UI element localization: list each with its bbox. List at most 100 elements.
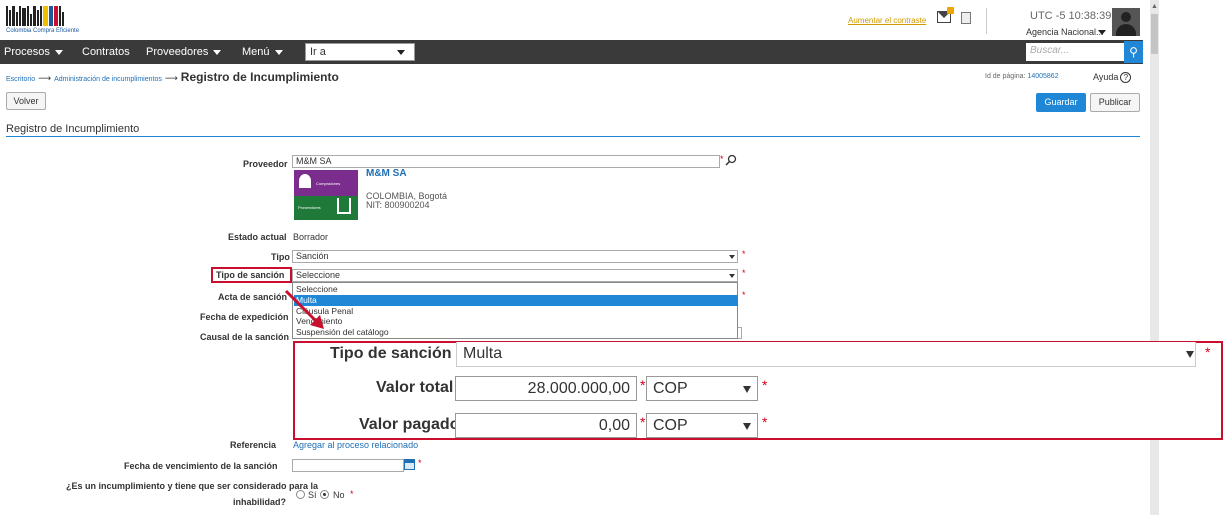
nav-contratos-label: Contratos	[82, 46, 130, 58]
option-vencimiento[interactable]: Vencimiento	[294, 316, 738, 327]
help-link[interactable]: Ayuda?	[1093, 72, 1132, 83]
tipo-sancion-select[interactable]: Seleccione	[292, 269, 738, 282]
chevron-down-icon[interactable]	[397, 50, 405, 55]
breadcrumb-administracion[interactable]: Administración de incumplimientos	[54, 76, 162, 83]
chevron-down-icon	[54, 49, 63, 55]
option-seleccione[interactable]: Seleccione	[294, 284, 738, 295]
option-suspension[interactable]: Suspensión del catálogo	[294, 327, 738, 338]
contrast-link[interactable]: Aumentar el contraste	[848, 16, 926, 25]
chevron-down-icon	[213, 49, 222, 55]
scroll-up-icon[interactable]: ▲	[1151, 3, 1158, 11]
chevron-down-icon[interactable]	[743, 423, 751, 430]
notification-badge	[947, 7, 954, 14]
required-mark: *	[742, 290, 746, 300]
tipo-select[interactable]: Sanción	[292, 250, 738, 263]
required-mark: *	[742, 249, 746, 259]
colombia-compra-logo: Colombia Compra Eficiente	[6, 6, 86, 36]
document-icon[interactable]	[961, 12, 971, 24]
tipo-label: Tipo	[271, 252, 290, 262]
causal-field-edge[interactable]	[738, 327, 742, 339]
search-input[interactable]: Buscar...	[1026, 43, 1124, 61]
barcode-logo-mark	[6, 6, 86, 26]
required-mark: *	[762, 414, 768, 430]
arrow-right-icon: ⟶	[164, 73, 178, 83]
acta-label: Acta de sanción	[218, 292, 288, 302]
proveedor-field[interactable]: M&M SA	[292, 155, 720, 168]
nav-procesos-label: Procesos	[4, 46, 50, 58]
required-mark: *	[762, 377, 768, 393]
valor-pagado-currency-select[interactable]: COP	[646, 413, 758, 438]
nav-procesos[interactable]: Procesos	[4, 46, 63, 58]
valor-total-label: Valor total	[376, 379, 454, 396]
back-button[interactable]: Volver	[6, 92, 46, 110]
required-mark: *	[742, 268, 746, 278]
chevron-down-icon[interactable]	[729, 255, 735, 259]
radio-si[interactable]	[296, 490, 305, 499]
causal-label: Causal de la sanción	[200, 332, 290, 342]
section-title: Registro de Incumplimiento	[6, 123, 140, 135]
radio-no[interactable]	[320, 490, 329, 499]
valor-pagado-label: Valor pagado	[359, 416, 460, 433]
save-button[interactable]: Guardar	[1036, 93, 1086, 112]
required-mark: *	[1205, 344, 1211, 360]
tipo-sancion-dropdown[interactable]: Seleccione Multa Cláusula Penal Vencimie…	[292, 282, 738, 339]
breadcrumb: Escritorio ⟶ Administración de incumplimie…	[6, 70, 339, 84]
house-icon	[337, 198, 351, 214]
page-title: Registro de Incumplimiento	[180, 70, 339, 84]
clock-display: UTC -5 10:38:39	[1030, 10, 1112, 22]
chevron-down-icon[interactable]	[743, 386, 751, 393]
referencia-link[interactable]: Agregar al proceso relacionado	[293, 440, 418, 450]
referencia-label: Referencia	[230, 440, 277, 450]
page-id-value: 14005862	[1027, 73, 1059, 80]
fecha-vencimiento-input[interactable]	[292, 459, 404, 472]
agency-selector[interactable]: Agencia Nacional...	[1026, 27, 1104, 37]
valor-total-currency-select[interactable]: COP	[646, 376, 758, 401]
valor-pagado-input[interactable]: 0,00	[455, 413, 637, 438]
radio-si-label: Sí	[308, 490, 317, 500]
required-mark: *	[640, 377, 646, 393]
chevron-down-icon	[274, 49, 283, 55]
zoom-tipo-sancion-label: Tipo de sanción	[330, 345, 452, 362]
annotation-arrow	[284, 289, 324, 329]
zoom-tipo-sancion-select[interactable]: Multa	[456, 342, 1196, 367]
nav-contratos[interactable]: Contratos	[82, 46, 130, 58]
chevron-down-icon[interactable]	[1186, 351, 1194, 358]
help-label: Ayuda	[1093, 72, 1119, 82]
required-mark: *	[418, 458, 422, 468]
fecha-vencimiento-label: Fecha de vencimiento de la sanción	[124, 461, 278, 471]
section-divider	[6, 136, 1140, 137]
logo-label: Proveedores	[298, 205, 321, 210]
avatar[interactable]	[1112, 8, 1140, 36]
logo-label: Compradores	[316, 181, 341, 186]
scrollbar-thumb[interactable]	[1151, 14, 1158, 54]
supplier-name-link[interactable]: M&M SA	[366, 168, 407, 179]
incumplimiento-label: ¿Es un incumplimiento y tiene que ser co…	[66, 481, 319, 491]
nav-menu-label: Menú	[242, 46, 270, 58]
valor-total-input[interactable]: 28.000.000,00	[455, 376, 637, 401]
publish-button[interactable]: Publicar	[1090, 93, 1140, 112]
proveedor-label: Proveedor	[243, 159, 288, 169]
chevron-down-icon[interactable]	[729, 274, 735, 278]
calendar-icon[interactable]	[404, 459, 415, 470]
nav-proveedores[interactable]: Proveedores	[146, 46, 222, 58]
chevron-down-icon[interactable]	[1098, 30, 1106, 35]
search-icon[interactable]	[725, 154, 737, 166]
supplier-nit: NIT: 800900204	[366, 200, 430, 210]
required-mark: *	[720, 154, 724, 164]
page-id-label: Id de página:	[985, 73, 1026, 80]
required-mark: *	[640, 414, 646, 430]
fecha-expedicion-label: Fecha de expedición	[200, 312, 289, 322]
search-icon[interactable]: ⚲	[1124, 41, 1143, 63]
page-id: Id de página: 14005862	[985, 73, 1059, 80]
option-multa[interactable]: Multa	[294, 295, 738, 306]
help-icon: ?	[1120, 72, 1132, 83]
nav-proveedores-label: Proveedores	[146, 46, 209, 58]
required-mark: *	[350, 489, 354, 499]
estado-label: Estado actual	[228, 232, 287, 242]
logo-text: Colombia Compra Eficiente	[6, 28, 80, 34]
nav-menu[interactable]: Menú	[242, 46, 283, 58]
radio-no-label: No	[333, 490, 345, 500]
supplier-logo: Compradores Proveedores	[294, 170, 358, 220]
breadcrumb-escritorio[interactable]: Escritorio	[6, 76, 35, 83]
estado-value: Borrador	[293, 232, 329, 242]
